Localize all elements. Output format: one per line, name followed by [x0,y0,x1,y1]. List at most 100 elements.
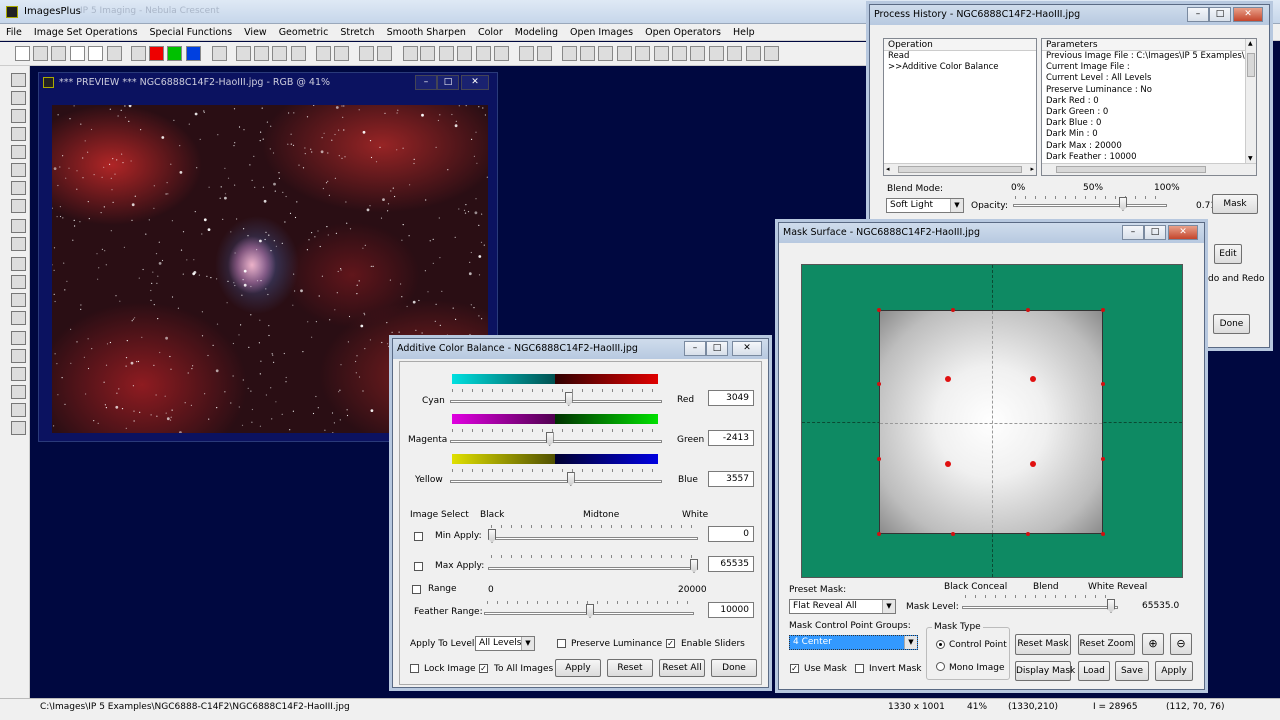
mask-center-control-point[interactable] [945,376,951,382]
range-checkbox[interactable] [412,585,421,594]
menu-item[interactable]: Modeling [509,27,564,38]
scroll-left-icon[interactable]: ◂ [886,165,890,173]
mask-control-point[interactable] [1101,532,1105,536]
magenta-green-slider-track[interactable] [450,440,662,443]
mask-level-slider-thumb[interactable] [1107,599,1115,613]
operation-hscroll[interactable]: ◂ ▸ [884,163,1036,175]
crosshair-icon[interactable] [457,46,472,61]
red-channel-icon[interactable] [149,46,164,61]
zoom-out-button[interactable]: ⊖ [1170,633,1192,655]
curve-icon[interactable] [420,46,435,61]
menu-item[interactable]: Help [727,27,761,38]
mask-control-point[interactable] [1101,457,1105,461]
undo-all-icon[interactable] [272,46,287,61]
parameters-vscroll[interactable]: ▲ ▼ [1245,39,1256,163]
rgb-icon[interactable] [131,46,146,61]
preserve-luminance-checkbox[interactable] [557,639,566,648]
opacity-slider-track[interactable] [1013,204,1167,207]
mask-surface-canvas[interactable] [801,264,1183,578]
square-icon[interactable] [709,46,724,61]
feather-range-value-field[interactable]: 10000 [708,602,754,618]
mask-minimize-button[interactable]: – [1122,225,1144,240]
cyan-red-slider-track[interactable] [450,400,662,403]
scroll-thumb[interactable] [1056,166,1206,173]
history-minimize-button[interactable]: – [1187,7,1209,22]
acb-reset-button[interactable]: Reset [607,659,653,677]
control-point-groups-select[interactable]: 4 Center ▼ [789,635,918,650]
add-icon[interactable] [635,46,650,61]
chevron-down-icon[interactable]: ▼ [904,636,917,649]
scroll-thumb[interactable] [898,166,1022,173]
parameter-row[interactable]: Dark Max : 20000 [1042,141,1256,152]
blue-value-field[interactable]: 3557 [708,471,754,487]
blend-icon[interactable] [11,219,26,233]
zoom-in-icon[interactable] [562,46,577,61]
mask-maximize-button[interactable]: □ [1144,225,1166,240]
parameter-row[interactable]: Dark Red : 0 [1042,96,1256,107]
move-icon[interactable] [11,331,26,345]
grid-icon[interactable] [107,46,122,61]
zoom-out-icon[interactable] [580,46,595,61]
tree-icon[interactable] [377,46,392,61]
operation-row[interactable]: Read [884,51,1036,62]
parameter-row[interactable]: Preserve Luminance : No [1042,85,1256,96]
redo-icon[interactable] [254,46,269,61]
display-mask-button[interactable]: Display Mask [1015,661,1075,681]
flip-icon[interactable] [11,403,26,417]
mask-gradient-square[interactable] [879,310,1103,534]
menu-item[interactable]: Geometric [273,27,335,38]
mask-save-button[interactable]: Save [1115,661,1149,681]
red-value-field[interactable]: 3049 [708,390,754,406]
parameter-row[interactable]: Current Level : All Levels [1042,73,1256,84]
split-icon[interactable] [11,293,26,307]
preview-maximize-button[interactable]: □ [437,75,459,90]
reset-zoom-button[interactable]: Reset Zoom [1078,634,1135,655]
redo-all-icon[interactable] [291,46,306,61]
acb-minimize-button[interactable]: – [684,341,706,356]
mask-control-point[interactable] [1026,308,1030,312]
blue-channel-icon[interactable] [186,46,201,61]
red-black-icon[interactable] [11,109,26,123]
mosaic-icon[interactable] [537,46,552,61]
black-tool-icon[interactable] [11,199,26,213]
mask-control-point[interactable] [1101,308,1105,312]
menu-item[interactable]: Color [472,27,509,38]
menu-item[interactable]: Stretch [334,27,380,38]
save-icon[interactable] [51,46,66,61]
history-close-button[interactable]: ✕ [1233,7,1263,22]
max-apply-checkbox[interactable] [414,562,423,571]
history-maximize-button[interactable]: □ [1209,7,1231,22]
parameter-row[interactable]: Dark Blue : 0 [1042,118,1256,129]
parameter-row[interactable]: Dark Feather : 10000 [1042,152,1256,163]
acb-done-button[interactable]: Done [711,659,757,677]
parameter-row[interactable]: Dark Min : 0 [1042,129,1256,140]
mask-control-point[interactable] [877,308,881,312]
grid-icon[interactable] [476,46,491,61]
mask-control-point[interactable] [1101,382,1105,386]
mask-center-control-point[interactable] [1030,461,1036,467]
mask-control-point[interactable] [1026,532,1030,536]
apply-to-level-select[interactable]: All Levels ▼ [475,636,535,651]
preset-mask-select[interactable]: Flat Reveal All ▼ [789,599,896,614]
to-all-images-checkbox[interactable]: ✓ [479,664,488,673]
preview-minimize-button[interactable]: – [415,75,437,90]
square-icon[interactable] [690,46,705,61]
acb-maximize-button[interactable]: □ [706,341,728,356]
menu-item[interactable]: Smooth Sharpen [381,27,472,38]
parameters-hscroll[interactable] [1042,163,1256,175]
acb-close-button[interactable]: ✕ [732,341,762,356]
acb-apply-button[interactable]: Apply [555,659,601,677]
undo-icon[interactable] [236,46,251,61]
green-value-field[interactable]: -2413 [708,430,754,446]
done-button[interactable]: Done [1213,314,1250,334]
close-icon[interactable] [88,46,103,61]
save-tool-icon[interactable] [11,73,26,87]
chevron-down-icon[interactable]: ▼ [882,600,895,613]
mask-control-point[interactable] [951,532,955,536]
menu-item[interactable]: Open Images [564,27,639,38]
invert-mask-checkbox[interactable] [855,664,864,673]
min-apply-slider-track[interactable] [488,537,698,540]
dot-icon[interactable] [764,46,779,61]
mask-control-point[interactable] [877,382,881,386]
rgb-stack-icon[interactable] [11,127,26,141]
